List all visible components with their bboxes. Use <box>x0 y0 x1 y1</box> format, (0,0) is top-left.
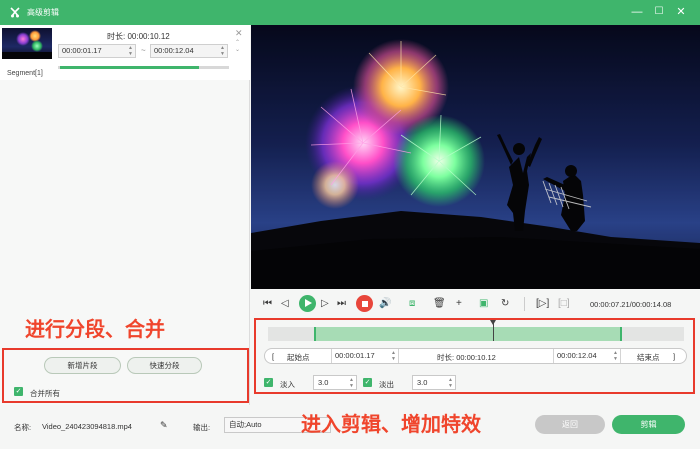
delete-icon[interactable]: 🗑 <box>433 298 446 310</box>
segment-delete-icon[interactable]: ✕ <box>235 28 243 39</box>
spin-arrows-icon[interactable]: ▲ ▼ <box>349 377 354 389</box>
play-button[interactable] <box>299 295 316 312</box>
spin-arrows-icon[interactable]: ▲ ▼ <box>220 45 225 57</box>
rename-pencil-icon[interactable]: ✎ <box>160 420 168 431</box>
fade-in-field[interactable]: 3.0 ▲ ▼ <box>313 375 357 390</box>
copy-icon[interactable]: ▣ <box>479 298 488 310</box>
annotation-edit-effects: 进入剪辑、增加特效 <box>301 414 481 436</box>
fade-out-label: 淡出 <box>379 380 394 389</box>
maximize-button[interactable]: ☐ <box>651 4 667 20</box>
video-frame-image <box>251 25 700 289</box>
start-time-field[interactable]: 00:00:01.17 ▲ ▼ <box>331 349 399 363</box>
segment-progress-bar <box>58 66 229 69</box>
segment-thumbnail <box>2 28 52 59</box>
fade-in-label: 淡入 <box>280 380 295 389</box>
bracket-left-icon: [ <box>272 352 275 361</box>
range-bar: [ 起始点 00:00:01.17 ▲ ▼ 时长: 00:00:10.12 00:… <box>264 348 687 364</box>
segment-card[interactable]: Segment[1] 时长: 00:00:10.12 00:00:01.17 ▲… <box>0 25 250 80</box>
close-button[interactable]: ✕ <box>673 4 689 20</box>
window-title: 高级剪辑 <box>27 8 59 17</box>
previous-frame-icon[interactable]: ◁ <box>281 298 289 310</box>
segment-label: Segment[1] <box>7 70 43 77</box>
app-logo-icon <box>10 7 20 18</box>
bracket-right-icon: ] <box>673 352 676 361</box>
skip-to-start-icon[interactable]: ⏮ <box>263 298 272 310</box>
merge-all-label: 合并所有 <box>30 389 60 398</box>
segment-duration: 时长: 00:00:10.12 <box>107 32 170 41</box>
spin-arrows-icon[interactable]: ▲ ▼ <box>391 350 396 362</box>
reset-icon[interactable]: ↻ <box>501 298 509 310</box>
output-label: 输出: <box>193 423 211 432</box>
edit-button[interactable]: 剪辑 <box>612 415 685 434</box>
playhead-marker[interactable] <box>489 320 496 341</box>
toolbar-divider <box>524 297 525 311</box>
name-label: 名称: <box>14 423 32 432</box>
fade-out-field[interactable]: 3.0 ▲ ▼ <box>412 375 456 390</box>
minimize-button[interactable]: — <box>629 4 645 20</box>
split-icon[interactable]: ⧈ <box>409 298 415 310</box>
title-bar: 高级剪辑 — ☐ ✕ <box>0 0 700 25</box>
merge-all-checkbox[interactable]: ✓ <box>14 387 23 396</box>
fade-out-checkbox[interactable]: ✓ <box>363 378 372 387</box>
return-button[interactable]: 返回 <box>535 415 605 434</box>
next-frame-icon[interactable]: ▷ <box>321 298 329 310</box>
quick-split-button[interactable]: 快速分段 <box>127 357 202 374</box>
segment-reorder-icon[interactable]: ⌃ ⌄ <box>235 40 240 54</box>
segment-end-time-field[interactable]: 00:00:12.04 ▲ ▼ <box>150 44 228 58</box>
player-controls: ⏮ ◁ ▷ ⏭ 🔊 ⧈ 🗑 + ▣ ↻ [▷] [□] 00:00:07.21/… <box>251 289 700 319</box>
playback-timecode: 00:00:07.21/00:00:14.08 <box>590 300 672 309</box>
range-duration: 时长: 00:00:10.12 <box>437 353 496 362</box>
stop-button[interactable] <box>356 295 373 312</box>
annotation-split-merge: 进行分段、合并 <box>25 319 165 341</box>
spin-arrows-icon[interactable]: ▲ ▼ <box>128 45 133 57</box>
set-start-button[interactable]: 起始点 <box>287 352 310 363</box>
loop-selection-icon[interactable]: [□] <box>558 298 570 310</box>
timeline-selection[interactable] <box>313 327 622 341</box>
segment-start-time-field[interactable]: 00:00:01.17 ▲ ▼ <box>58 44 136 58</box>
segment-range-separator: ~ <box>141 46 146 55</box>
new-segment-button[interactable]: 新增片段 <box>44 357 121 374</box>
video-preview[interactable] <box>251 25 700 289</box>
skip-to-end-icon[interactable]: ⏭ <box>337 298 346 310</box>
file-name: Video_240423094818.mp4 <box>42 422 132 431</box>
segment-progress-fill <box>60 66 199 69</box>
set-end-button[interactable]: 结束点 <box>637 352 660 363</box>
fade-in-checkbox[interactable]: ✓ <box>264 378 273 387</box>
play-selection-icon[interactable]: [▷] <box>536 298 549 310</box>
spin-arrows-icon[interactable]: ▲ ▼ <box>613 350 618 362</box>
spin-arrows-icon[interactable]: ▲ ▼ <box>448 377 453 389</box>
end-time-field[interactable]: 00:00:12.04 ▲ ▼ <box>553 349 621 363</box>
volume-icon[interactable]: 🔊 <box>379 298 391 310</box>
add-icon[interactable]: + <box>456 298 462 310</box>
